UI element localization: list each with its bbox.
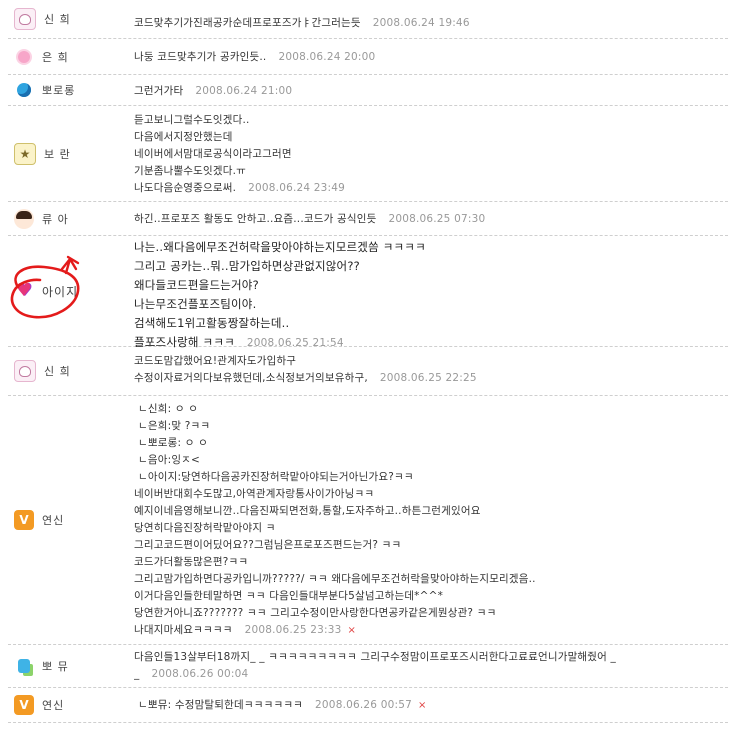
comment-text: 이거다음인들한테말하면 ㅋㅋ 다음인들대부분다5살넘고하는데*^^* xyxy=(134,590,444,602)
comment-author[interactable]: 신 희 xyxy=(8,0,128,38)
comment-date: 2008.06.24 20:00 xyxy=(278,51,376,63)
author-name: 신 희 xyxy=(44,13,71,26)
comment-text: 나는무조건플포즈팀이야. xyxy=(134,297,257,311)
comment-row: 은 희 나둥 코드맞추기가 공카인듯.. 2008.06.24 20:00 xyxy=(8,39,728,75)
v-logo-icon xyxy=(14,510,34,530)
comment-text: 나둥 코드맞추기가 공카인듯.. xyxy=(134,51,267,63)
author-name: 은 희 xyxy=(42,50,69,64)
comment-row: 연신 ㄴ신희: ㅇ ㅇ ㄴ은희:맞 ?ㅋㅋ ㄴ뽀로롱: ㅇ ㅇ ㄴ음아:잉ㅈ< … xyxy=(8,396,728,645)
comment-text: 당연히다음진장허락맡아야지 ㅋ xyxy=(134,522,276,534)
comment-author[interactable]: 보 란 xyxy=(8,106,128,201)
comment-body: 그런거가타 2008.06.24 21:00 xyxy=(134,83,728,100)
comment-author[interactable]: 은 희 xyxy=(8,39,128,74)
comment-text: 다음인들13살부터18까지_ _ ㅋㅋㅋㅋㅋㅋㅋㅋㅋ 그리구수정맘이프로포즈시러… xyxy=(134,651,617,663)
comment-body: 나는..왜다음에무조건허락을맞아야하는지모르겠씀 ㅋㅋㅋㅋ 그리고 공카는..뭐… xyxy=(134,238,728,353)
cat-icon xyxy=(14,8,36,30)
author-name: 뽀 뮤 xyxy=(42,660,69,673)
comment-row: 신 희 코드도맘갑했어요!관계자도가입하구 수정이자료거의다보유했던데,소식정보… xyxy=(8,347,728,396)
comment-date: 2008.06.26 00:04 xyxy=(151,668,249,680)
comment-date: 2008.06.25 07:30 xyxy=(388,213,486,225)
comment-text: 네이버반대회수도많고,아역관계자랑통사이가아닝ㅋㅋ xyxy=(134,488,375,500)
comment-text: 예지이네음영해보니깐..다음진짜되면전화,통할,도자주하고..하튼그런게있어요 xyxy=(134,505,481,517)
author-name: 아이지 xyxy=(42,284,79,299)
robot-icon xyxy=(14,656,34,676)
comment-date: 2008.06.25 22:25 xyxy=(379,372,477,384)
comment-body: ㄴ신희: ㅇ ㅇ ㄴ은희:맞 ?ㅋㅋ ㄴ뽀로롱: ㅇ ㅇ ㄴ음아:잉ㅈ< ㄴ아이… xyxy=(134,401,728,639)
comment-author[interactable]: 뽀로롱 xyxy=(8,75,128,105)
comment-body: 다음인들13살부터18까지_ _ ㅋㅋㅋㅋㅋㅋㅋㅋㅋ 그리구수정맘이프로포즈시러… xyxy=(134,649,728,683)
comment-author[interactable]: 연신 xyxy=(8,688,128,722)
author-name: 보 란 xyxy=(44,147,71,161)
comment-text: 네이버에서맘대로공식이라고그러면 xyxy=(134,148,292,160)
comment-body: 하긴..프로포즈 활동도 안하고..요즘...코드가 공식인듯 2008.06.2… xyxy=(134,211,728,228)
comment-text: ㄴ아이지:당연하다음공카진장허락맡아야되는거아닌가요?ㅋㅋ xyxy=(138,471,414,483)
comment-body: ㄴ뽀뮤: 수정맘탈퇴한데ㅋㅋㅋㅋㅋㅋ 2008.06.26 00:57 × xyxy=(134,697,728,714)
comment-text: 코드가더활동많은편?ㅋㅋ xyxy=(134,556,249,568)
comment-body: 나둥 코드맞추기가 공카인듯.. 2008.06.24 20:00 xyxy=(134,49,728,66)
comment-body: 코드맞추기가진래공카순데프로포즈가ㅑ간그러는듯 2008.06.24 19:46 xyxy=(134,15,728,32)
comment-date: 2008.06.25 23:33 xyxy=(244,624,342,636)
comment-author[interactable]: 뽀 뮤 xyxy=(8,645,128,687)
comment-text: 다음에서지정안했는데 xyxy=(134,131,233,143)
comment-text: 왜다들코드편을드는거야? xyxy=(134,278,259,292)
comment-text: 그리고코드편이어딨어요??그럼님은프로포즈편드는거? ㅋㅋ xyxy=(134,539,402,551)
comment-text: ㄴ신희: ㅇ ㅇ xyxy=(138,403,199,415)
comment-author[interactable]: 류 아 xyxy=(8,202,128,235)
comment-body: 듣고보니그럴수도잇겠다.. 다음에서지정안했는데 네이버에서맘대로공식이라고그러… xyxy=(134,112,728,197)
comment-row: 보 란 듣고보니그럴수도잇겠다.. 다음에서지정안했는데 네이버에서맘대로공식이… xyxy=(8,106,728,202)
comment-text: 기분좀나뿔수도잇겠다.ㅠ xyxy=(134,165,246,177)
comment-text: _ xyxy=(134,668,140,680)
comment-date: 2008.06.24 21:00 xyxy=(195,85,293,97)
author-name: 연신 xyxy=(42,514,65,527)
delete-button[interactable]: × xyxy=(418,700,427,711)
comment-row: 신 희 코드맞추기가진래공카순데프로포즈가ㅑ간그러는듯 2008.06.24 19… xyxy=(8,0,728,39)
comment-text: 나는..왜다음에무조건허락을맞아야하는지모르겠씀 ㅋㅋㅋㅋ xyxy=(134,240,426,254)
comment-text: 코드도맘갑했어요!관계자도가입하구 xyxy=(134,355,297,367)
comment-body: 코드도맘갑했어요!관계자도가입하구 수정이자료거의다보유했던데,소식정보거의보유… xyxy=(134,353,728,387)
comment-text: ㄴ은희:맞 ?ㅋㅋ xyxy=(138,420,211,432)
comment-text: 그리고 공카는..뭐..맘가입하면상관없지않어?? xyxy=(134,259,360,273)
comment-date: 2008.06.24 23:49 xyxy=(248,182,346,194)
comment-text: 그리고맘가입하면다공카입니까?????/ ㅋㅋ 왜다음에무조건허락을맞아야하는지… xyxy=(134,573,536,585)
star-icon xyxy=(14,142,36,165)
heart-icon xyxy=(14,281,34,301)
comment-author[interactable]: 연신 xyxy=(8,396,128,644)
comment-text: 나도다음순영중으로써. xyxy=(134,182,237,194)
author-name: 류 아 xyxy=(42,212,69,226)
blue-blob-icon xyxy=(14,80,34,100)
comment-row: 뽀로롱 그런거가타 2008.06.24 21:00 xyxy=(8,75,728,106)
comment-row: 아이지 나는..왜다음에무조건허락을맞아야하는지모르겠씀 ㅋㅋㅋㅋ 그리고 공카… xyxy=(8,236,728,349)
comment-text: ㄴ음아:잉ㅈ< xyxy=(138,454,201,466)
comment-text: 코드맞추기가진래공카순데프로포즈가ㅑ간그러는듯 xyxy=(134,17,361,29)
comment-row: 류 아 하긴..프로포즈 활동도 안하고..요즘...코드가 공식인듯 2008.… xyxy=(8,202,728,236)
comment-text: 수정이자료거의다보유했던데,소식정보거의보유하구, xyxy=(134,372,368,384)
candy-icon xyxy=(14,46,34,67)
author-name: 뽀로롱 xyxy=(42,84,76,97)
comment-text: 나대지마세요ㅋㅋㅋㅋ xyxy=(134,624,233,636)
comment-date: 2008.06.26 00:57 xyxy=(315,699,412,711)
delete-button[interactable]: × xyxy=(348,625,357,636)
comment-text: ㄴ뽀뮤: 수정맘탈퇴한데ㅋㅋㅋㅋㅋㅋ xyxy=(138,699,304,711)
comment-text: 검색해도1위고활동짱잘하는데.. xyxy=(134,316,290,330)
comment-text: ㄴ뽀로롱: ㅇ ㅇ xyxy=(138,437,208,449)
comment-text: 그런거가타 xyxy=(134,85,184,97)
author-name: 신 희 xyxy=(44,365,71,378)
v-logo-icon xyxy=(14,695,34,715)
comment-text: 당연한거아니죠??????? ㅋㅋ 그리고수정이만사랑한다면공카같은게뭔상관? … xyxy=(134,607,497,619)
author-name: 연신 xyxy=(42,699,65,712)
comment-text: 듣고보니그럴수도잇겠다.. xyxy=(134,114,250,126)
girl-icon xyxy=(14,208,34,229)
comment-author[interactable]: 신 희 xyxy=(8,347,128,395)
comment-row: 뽀 뮤 다음인들13살부터18까지_ _ ㅋㅋㅋㅋㅋㅋㅋㅋㅋ 그리구수정맘이프로… xyxy=(8,645,728,688)
comment-author[interactable]: 아이지 xyxy=(8,236,128,346)
cat-icon xyxy=(14,360,36,382)
comment-date: 2008.06.24 19:46 xyxy=(372,17,470,29)
comment-row: 연신 ㄴ뽀뮤: 수정맘탈퇴한데ㅋㅋㅋㅋㅋㅋ 2008.06.26 00:57 × xyxy=(8,688,728,723)
comment-text: 하긴..프로포즈 활동도 안하고..요즘...코드가 공식인듯 xyxy=(134,213,377,225)
